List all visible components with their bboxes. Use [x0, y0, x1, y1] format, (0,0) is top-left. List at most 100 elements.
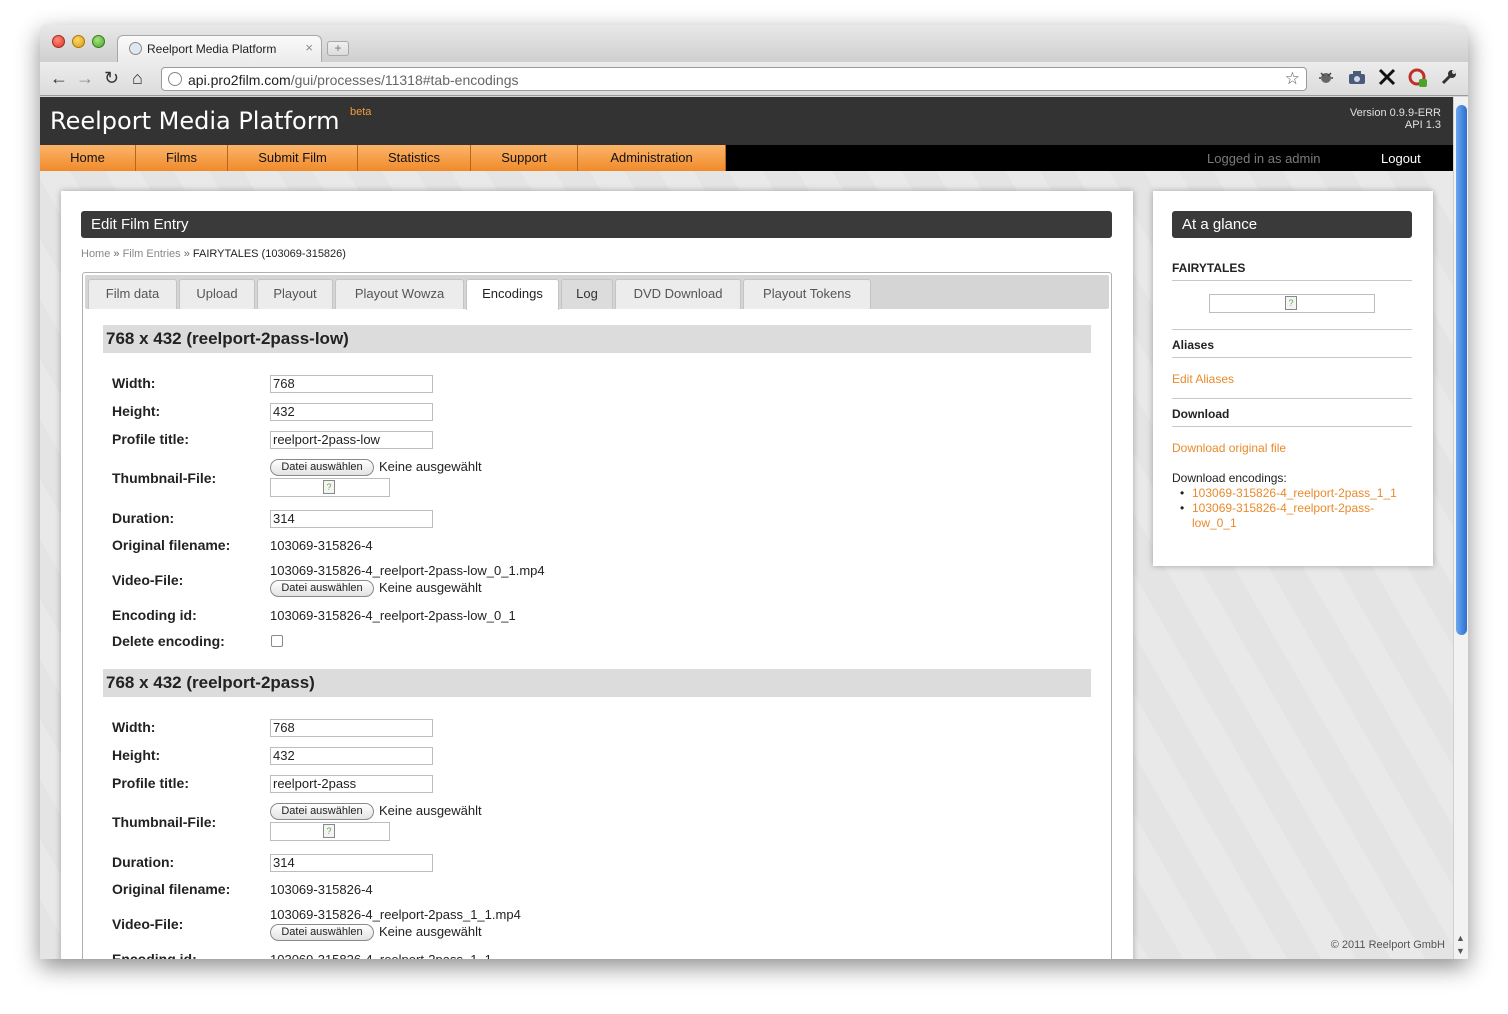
version-info: Version 0.9.9-ERR API 1.3 [1350, 107, 1441, 131]
original-filename-value: 103069-315826-4 [270, 882, 373, 897]
divider [1172, 329, 1412, 330]
breadcrumb-home[interactable]: Home [81, 248, 110, 260]
tab-upload[interactable]: Upload [179, 279, 255, 309]
film-thumbnail: ? [1209, 294, 1375, 313]
divider [1172, 280, 1412, 281]
breadcrumb-current: FAIRYTALES (103069-315826) [192, 248, 346, 260]
delete-encoding-label: Delete encoding: [112, 633, 225, 649]
thumbnail-no-file-text: Keine ausgewählt [379, 803, 482, 818]
tab-film-data[interactable]: Film data [88, 279, 177, 309]
thumbnail-choose-file-button[interactable]: Datei auswählen [270, 459, 374, 476]
nav-home[interactable]: Home [40, 145, 136, 171]
zoom-window-button[interactable] [92, 35, 105, 48]
vertical-scrollbar[interactable]: ▲ ▼ [1453, 97, 1468, 959]
width-input[interactable]: 768 [270, 375, 433, 393]
tab-panel: Film data Upload Playout Playout Wowza E… [82, 272, 1112, 959]
profile-title-input[interactable]: reelport-2pass [270, 775, 433, 793]
original-filename-label: Original filename: [112, 537, 231, 553]
nav-support[interactable]: Support [471, 145, 578, 171]
divider [1172, 426, 1412, 427]
reload-icon[interactable]: ↻ [104, 68, 119, 88]
minimize-window-button[interactable] [72, 35, 85, 48]
video-no-file-text: Keine ausgewählt [379, 580, 482, 595]
at-a-glance-panel: At a glance FAIRYTALES ? Aliases Edit Al… [1153, 191, 1433, 566]
close-window-button[interactable] [52, 35, 65, 48]
video-file-label: Video-File: [112, 916, 184, 932]
edit-aliases-link[interactable]: Edit Aliases [1172, 372, 1234, 386]
video-choose-file-button[interactable]: Datei auswählen [270, 924, 374, 941]
tab-encodings[interactable]: Encodings [466, 279, 559, 310]
logged-in-status: Logged in as admin [1207, 151, 1321, 166]
extension-bug-icon[interactable] [1317, 68, 1335, 91]
extension-camera-icon[interactable] [1347, 68, 1367, 91]
url-text: api.pro2film.com/gui/processes/11318#tab… [188, 72, 519, 88]
site-info-icon[interactable] [168, 72, 182, 86]
video-no-file-text: Keine ausgewählt [379, 924, 482, 939]
beta-badge: beta [350, 106, 372, 118]
scrollbar-thumb[interactable] [1456, 105, 1467, 635]
scroll-down-arrow-icon[interactable]: ▼ [1456, 946, 1465, 956]
encoding-heading: 768 x 432 (reelport-2pass) [103, 669, 1091, 697]
duration-label: Duration: [112, 854, 175, 870]
duration-input[interactable]: 314 [270, 854, 433, 872]
extension-adblock-icon[interactable] [1408, 68, 1428, 93]
height-label: Height: [112, 403, 161, 419]
thumbnail-file-label: Thumbnail-File: [112, 814, 217, 830]
forward-arrow-icon[interactable]: → [76, 68, 94, 88]
download-encoding-link[interactable]: 103069-315826-4_reelport-2pass-low_0_1 [1180, 501, 1410, 531]
original-filename-label: Original filename: [112, 881, 231, 897]
broken-image-icon: ? [323, 824, 335, 838]
video-file-label: Video-File: [112, 572, 184, 588]
width-input[interactable]: 768 [270, 719, 433, 737]
logout-link[interactable]: Logout [1381, 151, 1421, 166]
tab-dvd-download[interactable]: DVD Download [615, 279, 741, 309]
wrench-icon[interactable] [1440, 68, 1458, 91]
breadcrumb: Home » Film Entries » FAIRYTALES (103069… [81, 248, 346, 260]
bookmark-star-icon[interactable]: ☆ [1285, 69, 1300, 89]
app-header: Reelport Media Platform beta Version 0.9… [40, 97, 1453, 145]
address-bar[interactable]: api.pro2film.com/gui/processes/11318#tab… [161, 67, 1307, 91]
profile-title-label: Profile title: [112, 431, 190, 447]
delete-encoding-checkbox[interactable] [271, 635, 283, 647]
video-file-value: 103069-315826-4_reelport-2pass_1_1.mp4 [270, 907, 521, 922]
breadcrumb-separator: » [110, 248, 123, 260]
tab-playout[interactable]: Playout [257, 279, 333, 309]
web-page: Reelport Media Platform beta Version 0.9… [40, 97, 1453, 959]
height-input[interactable]: 432 [270, 403, 433, 421]
height-label: Height: [112, 747, 161, 763]
nav-administration[interactable]: Administration [578, 145, 726, 171]
encoding-id-label: Encoding id: [112, 951, 197, 959]
browser-tab[interactable]: Reelport Media Platform × [117, 35, 322, 62]
page-title: Edit Film Entry [81, 211, 1112, 238]
download-original-link[interactable]: Download original file [1172, 441, 1286, 455]
broken-image-icon: ? [323, 480, 335, 494]
scroll-up-arrow-icon[interactable]: ▲ [1456, 933, 1465, 943]
globe-icon [129, 42, 142, 55]
breadcrumb-separator: » [180, 248, 193, 260]
download-encoding-link[interactable]: 103069-315826-4_reelport-2pass_1_1 [1180, 486, 1410, 501]
thumbnail-choose-file-button[interactable]: Datei auswählen [270, 803, 374, 820]
divider [1172, 398, 1412, 399]
tab-log[interactable]: Log [561, 279, 613, 309]
video-choose-file-button[interactable]: Datei auswählen [270, 580, 374, 597]
nav-films[interactable]: Films [136, 145, 228, 171]
encoding-id-label: Encoding id: [112, 607, 197, 623]
back-arrow-icon[interactable]: ← [50, 68, 68, 88]
tab-playout-wowza[interactable]: Playout Wowza [335, 279, 464, 309]
nav-submit-film[interactable]: Submit Film [228, 145, 358, 171]
sidebar-title: At a glance [1172, 211, 1412, 238]
tab-playout-tokens[interactable]: Playout Tokens [743, 279, 871, 309]
nav-statistics[interactable]: Statistics [358, 145, 471, 171]
duration-input[interactable]: 314 [270, 510, 433, 528]
duration-label: Duration: [112, 510, 175, 526]
home-icon[interactable]: ⌂ [132, 68, 143, 88]
width-label: Width: [112, 719, 156, 735]
thumbnail-preview: ? [270, 478, 390, 497]
height-input[interactable]: 432 [270, 747, 433, 765]
tab-close-icon[interactable]: × [305, 40, 313, 55]
breadcrumb-film-entries[interactable]: Film Entries [123, 248, 181, 260]
profile-title-label: Profile title: [112, 775, 190, 791]
new-tab-button[interactable]: + [327, 41, 349, 56]
profile-title-input[interactable]: reelport-2pass-low [270, 431, 433, 449]
extension-x-icon[interactable] [1378, 68, 1396, 91]
